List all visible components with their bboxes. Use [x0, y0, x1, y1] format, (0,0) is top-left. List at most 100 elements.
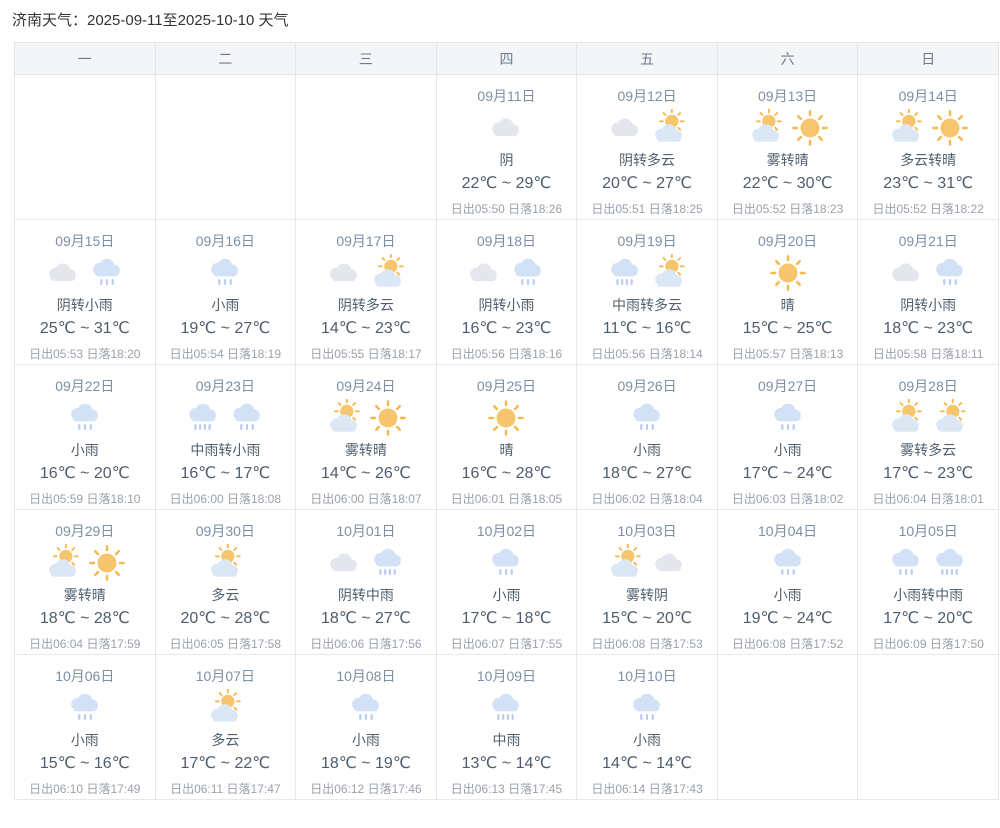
sunrise-sunset: 日出05:56 日落18:14: [591, 347, 702, 361]
sunrise-sunset: 日出06:04 日落17:59: [29, 637, 140, 651]
weather-icons: [606, 253, 688, 293]
calendar-week-row: 09月11日 阴22℃ ~ 29℃日出05:50 日落18:26 09月12日 阴…: [15, 75, 999, 220]
day-date: 09月30日: [196, 523, 255, 539]
day-cell: 09月16日 小雨19℃ ~ 27℃日出05:54 日落18:19: [155, 220, 296, 365]
sunrise-sunset: 日出06:08 日落17:52: [732, 637, 843, 651]
weather-icons: [44, 543, 126, 583]
cloudy-icon: [931, 399, 969, 437]
rain-light-icon: [66, 689, 104, 727]
sunrise-sunset: 日出05:51 日落18:25: [591, 202, 702, 216]
sunny-icon: [369, 399, 407, 437]
temperature-range: 16℃ ~ 23℃: [462, 319, 552, 338]
temperature-range: 17℃ ~ 18℃: [462, 609, 552, 628]
weather-icons: [628, 688, 666, 728]
weather-condition: 多云: [211, 586, 239, 604]
day-cell: 09月27日 小雨17℃ ~ 24℃日出06:03 日落18:02: [717, 365, 858, 510]
temperature-range: 18℃ ~ 27℃: [321, 609, 411, 628]
rain-light-icon: [769, 399, 807, 437]
weather-condition: 雾转晴: [64, 586, 106, 604]
sunrise-sunset: 日出05:56 日落18:16: [451, 347, 562, 361]
weather-condition: 阴转中雨: [338, 586, 394, 604]
weather-condition: 阴转小雨: [478, 296, 534, 314]
sunny-icon: [769, 254, 807, 292]
weather-icons: [325, 253, 407, 293]
temperature-range: 11℃ ~ 16℃: [603, 319, 692, 338]
rain-mid-icon: [606, 254, 644, 292]
weather-condition: 小雨: [492, 586, 520, 604]
temperature-range: 14℃ ~ 14℃: [602, 754, 692, 773]
day-date: 09月24日: [336, 378, 395, 394]
weather-icons: [747, 108, 829, 148]
sunrise-sunset: 日出05:52 日落18:22: [872, 202, 983, 216]
empty-day-cell: [858, 655, 999, 800]
weekday-header: 一: [15, 43, 156, 75]
sunrise-sunset: 日出06:10 日落17:49: [29, 782, 140, 796]
temperature-range: 17℃ ~ 20℃: [883, 609, 973, 628]
day-cell: 10月06日 小雨15℃ ~ 16℃日出06:10 日落17:49: [15, 655, 156, 800]
day-date: 09月27日: [758, 378, 817, 394]
weekday-header: 四: [436, 43, 577, 75]
sunrise-sunset: 日出06:08 日落17:53: [591, 637, 702, 651]
day-date: 09月13日: [758, 88, 817, 104]
day-date: 09月29日: [55, 523, 114, 539]
sunrise-sunset: 日出06:04 日落18:01: [872, 492, 983, 506]
weather-icons: [66, 398, 104, 438]
rain-light-icon: [931, 254, 969, 292]
sunrise-sunset: 日出06:05 日落17:58: [170, 637, 281, 651]
weather-condition: 晴: [499, 441, 513, 459]
rain-mid-icon: [184, 399, 222, 437]
weather-icons: [769, 543, 807, 583]
temperature-range: 19℃ ~ 24℃: [743, 609, 833, 628]
cloudy-icon: [325, 399, 363, 437]
sunrise-sunset: 日出06:12 日落17:46: [310, 782, 421, 796]
rain-mid-icon: [487, 689, 525, 727]
sunrise-sunset: 日出06:01 日落18:05: [451, 492, 562, 506]
day-cell: 10月02日 小雨17℃ ~ 18℃日出06:07 日落17:55: [436, 510, 577, 655]
day-cell: 09月26日 小雨18℃ ~ 27℃日出06:02 日落18:04: [577, 365, 718, 510]
temperature-range: 18℃ ~ 27℃: [602, 464, 692, 483]
rain-light-icon: [487, 544, 525, 582]
day-date: 09月28日: [899, 378, 958, 394]
rain-light-icon: [628, 399, 666, 437]
day-date: 09月12日: [617, 88, 676, 104]
weather-condition: 阴: [499, 151, 513, 169]
weather-condition: 阴转多云: [619, 151, 675, 169]
sunrise-sunset: 日出05:57 日落18:13: [732, 347, 843, 361]
overcast-icon: [487, 109, 525, 147]
temperature-range: 23℃ ~ 31℃: [883, 174, 973, 193]
weather-icons: [887, 253, 969, 293]
temperature-range: 16℃ ~ 17℃: [180, 464, 270, 483]
weather-condition: 中雨转小雨: [190, 441, 260, 459]
day-date: 09月21日: [899, 233, 958, 249]
weather-calendar-table: 一二三四五六日 09月11日 阴22℃ ~ 29℃日出05:50 日落18:26…: [14, 42, 999, 800]
temperature-range: 15℃ ~ 16℃: [40, 754, 130, 773]
weather-icons: [769, 398, 807, 438]
weather-icons: [887, 108, 969, 148]
temperature-range: 14℃ ~ 26℃: [321, 464, 411, 483]
day-cell: 09月11日 阴22℃ ~ 29℃日出05:50 日落18:26: [436, 75, 577, 220]
sunny-icon: [487, 399, 525, 437]
day-date: 09月19日: [617, 233, 676, 249]
day-date: 09月11日: [477, 88, 535, 104]
day-date: 09月23日: [196, 378, 255, 394]
day-cell: 09月23日 中雨转小雨16℃ ~ 17℃日出06:00 日落18:08: [155, 365, 296, 510]
weather-condition: 小雨: [633, 731, 661, 749]
weather-icons: [347, 688, 385, 728]
overcast-icon: [44, 254, 82, 292]
weather-icons: [206, 253, 244, 293]
day-date: 10月07日: [196, 668, 255, 684]
temperature-range: 18℃ ~ 19℃: [321, 754, 411, 773]
weather-icons: [66, 688, 104, 728]
cloudy-icon: [206, 689, 244, 727]
day-date: 10月04日: [758, 523, 817, 539]
day-date: 09月15日: [55, 233, 114, 249]
rain-light-icon: [887, 544, 925, 582]
cloudy-icon: [206, 544, 244, 582]
day-cell: 09月21日 阴转小雨18℃ ~ 23℃日出05:58 日落18:11: [858, 220, 999, 365]
day-cell: 10月01日 阴转中雨18℃ ~ 27℃日出06:06 日落17:56: [296, 510, 437, 655]
weather-condition: 小雨: [774, 586, 802, 604]
weather-condition: 阴转小雨: [57, 296, 113, 314]
page-title: 济南天气：2025-09-11至2025-10-10 天气: [12, 9, 1000, 30]
rain-light-icon: [206, 254, 244, 292]
calendar-body: 09月11日 阴22℃ ~ 29℃日出05:50 日落18:26 09月12日 阴…: [15, 75, 999, 800]
